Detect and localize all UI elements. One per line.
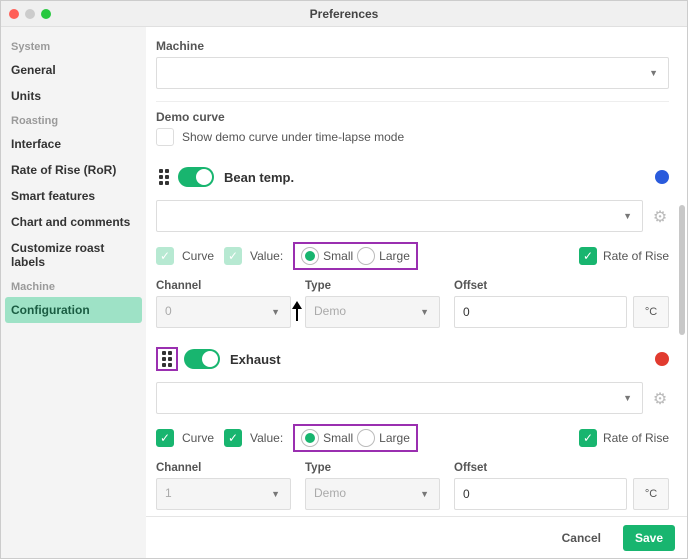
gear-icon[interactable]: ⚙ — [651, 389, 669, 407]
exhaust-title: Exhaust — [230, 352, 281, 367]
type-head: Type — [305, 462, 440, 474]
window-title: Preferences — [1, 7, 687, 21]
small-label: Small — [323, 431, 353, 445]
exhaust-toggle[interactable] — [184, 349, 220, 369]
bean-ror-checkbox[interactable]: ✓ — [579, 247, 597, 265]
bean-device-select[interactable]: ▼ — [156, 200, 643, 232]
sidebar-item-labels[interactable]: Customize roast labels — [5, 235, 142, 275]
small-label: Small — [323, 249, 353, 263]
exhaust-value-checkbox[interactable]: ✓ — [224, 429, 242, 447]
divider — [156, 101, 669, 102]
curve-label: Curve — [182, 249, 214, 263]
large-label: Large — [379, 249, 410, 263]
chevron-down-icon: ▼ — [271, 489, 280, 499]
footer: Cancel Save — [146, 516, 687, 558]
exhaust-size-small-radio[interactable] — [301, 429, 319, 447]
sidebar-head-system: System — [5, 35, 142, 57]
chevron-down-icon: ▼ — [420, 307, 429, 317]
sidebar-item-interface[interactable]: Interface — [5, 131, 142, 157]
content-scroll[interactable]: Machine ▼ Demo curve Show demo curve und… — [146, 27, 687, 516]
offset-head: Offset — [454, 462, 669, 474]
sensor-card-exhaust: Exhaust ▼ ⚙ ✓ Curve ✓ Value: — [156, 346, 669, 510]
exhaust-device-select[interactable]: ▼ — [156, 382, 643, 414]
channel-head: Channel — [156, 462, 291, 474]
bean-unit-select[interactable]: °C — [633, 296, 669, 328]
bean-size-radio-group: Small Large — [293, 242, 418, 270]
exhaust-color-dot[interactable] — [655, 352, 669, 366]
machine-select[interactable]: ▼ — [156, 57, 669, 89]
sidebar-head-machine: Machine — [5, 275, 142, 297]
chevron-down-icon: ▼ — [271, 307, 280, 317]
sidebar-head-roasting: Roasting — [5, 109, 142, 131]
sidebar-item-chart[interactable]: Chart and comments — [5, 209, 142, 235]
exhaust-type-select[interactable]: Demo▼ — [305, 478, 440, 510]
cancel-button[interactable]: Cancel — [550, 525, 613, 551]
demo-checkbox[interactable] — [156, 128, 174, 146]
exhaust-ror-checkbox[interactable]: ✓ — [579, 429, 597, 447]
exhaust-curve-checkbox[interactable]: ✓ — [156, 429, 174, 447]
ror-label: Rate of Rise — [603, 249, 669, 263]
scrollbar-thumb[interactable] — [679, 205, 685, 335]
bean-offset-input[interactable] — [454, 296, 627, 328]
sidebar-item-general[interactable]: General — [5, 57, 142, 83]
chevron-down-icon: ▼ — [623, 393, 632, 403]
chevron-down-icon: ▼ — [649, 68, 658, 78]
sidebar-item-units[interactable]: Units — [5, 83, 142, 109]
machine-label: Machine — [156, 39, 669, 53]
bean-type-select[interactable]: Demo▼ — [305, 296, 440, 328]
exhaust-unit-select[interactable]: °C — [633, 478, 669, 510]
exhaust-size-large-radio[interactable] — [357, 429, 375, 447]
bean-curve-checkbox[interactable]: ✓ — [156, 247, 174, 265]
bean-size-large-radio[interactable] — [357, 247, 375, 265]
exhaust-channel-select[interactable]: 1▼ — [156, 478, 291, 510]
sidebar-item-smart[interactable]: Smart features — [5, 183, 142, 209]
value-label: Value: — [250, 431, 283, 445]
sidebar-item-configuration[interactable]: Configuration — [5, 297, 142, 323]
sidebar: System General Units Roasting Interface … — [1, 27, 146, 558]
type-head: Type — [305, 280, 440, 292]
chevron-down-icon: ▼ — [623, 211, 632, 221]
preferences-window: Preferences System General Units Roastin… — [0, 0, 688, 559]
demo-text: Show demo curve under time-lapse mode — [182, 130, 404, 144]
main-panel: Machine ▼ Demo curve Show demo curve und… — [146, 27, 687, 558]
bean-channel-select[interactable]: 0▼ — [156, 296, 291, 328]
bean-toggle[interactable] — [178, 167, 214, 187]
demo-head: Demo curve — [156, 110, 669, 124]
value-label: Value: — [250, 249, 283, 263]
ror-label: Rate of Rise — [603, 431, 669, 445]
large-label: Large — [379, 431, 410, 445]
channel-head: Channel — [156, 280, 291, 292]
chevron-down-icon: ▼ — [420, 489, 429, 499]
drag-handle-icon[interactable] — [156, 167, 172, 187]
offset-head: Offset — [454, 280, 669, 292]
sidebar-item-ror[interactable]: Rate of Rise (RoR) — [5, 157, 142, 183]
bean-value-checkbox[interactable]: ✓ — [224, 247, 242, 265]
sensor-card-bean: Bean temp. ▼ ⚙ ✓ Curve ✓ Value: — [156, 164, 669, 328]
drag-handle-icon[interactable] — [159, 349, 175, 369]
gear-icon[interactable]: ⚙ — [651, 207, 669, 225]
titlebar: Preferences — [1, 1, 687, 27]
exhaust-size-radio-group: Small Large — [293, 424, 418, 452]
curve-label: Curve — [182, 431, 214, 445]
bean-size-small-radio[interactable] — [301, 247, 319, 265]
bean-color-dot[interactable] — [655, 170, 669, 184]
annotation-grip-highlight — [156, 347, 178, 371]
save-button[interactable]: Save — [623, 525, 675, 551]
bean-title: Bean temp. — [224, 170, 294, 185]
exhaust-offset-input[interactable] — [454, 478, 627, 510]
